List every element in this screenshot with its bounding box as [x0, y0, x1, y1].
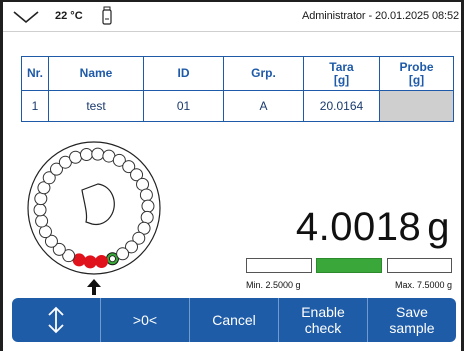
- header-tara: Tara [g]: [303, 56, 380, 91]
- rotor-position: [83, 255, 97, 269]
- rotor-position: [79, 148, 93, 162]
- tolerance-over-segment: [387, 258, 452, 273]
- rotor-position: [141, 199, 155, 213]
- tolerance-max-label: Max. 7.5000 g: [394, 280, 452, 290]
- save-sample-button[interactable]: Save sample: [368, 298, 456, 342]
- save-sample-line2: sample: [389, 320, 435, 336]
- header-nr: Nr.: [21, 56, 49, 91]
- cell-tara: 20.0164: [303, 90, 380, 122]
- sample-rotor: [27, 141, 161, 275]
- enable-check-button[interactable]: Enable check: [279, 298, 368, 342]
- rotor-position: [69, 150, 83, 164]
- tolerance-min-label: Min. 2.5000 g: [246, 280, 301, 290]
- zero-button[interactable]: >0<: [101, 298, 190, 342]
- rotor-position: [139, 188, 153, 202]
- cell-group: A: [223, 90, 304, 122]
- arrow-up-icon: [87, 279, 101, 295]
- rotor-position: [35, 214, 49, 228]
- rotor-position: [116, 247, 130, 261]
- rotor-position: [34, 192, 48, 206]
- cancel-button[interactable]: Cancel: [190, 298, 279, 342]
- rotor-position: [140, 210, 154, 224]
- rotor-position: [33, 203, 47, 217]
- frame-left-edge: [0, 0, 3, 351]
- header-probe: Probe [g]: [379, 56, 454, 91]
- level-bottle-icon: [102, 6, 112, 25]
- cell-name: test: [48, 90, 144, 122]
- header-id: ID: [143, 56, 224, 91]
- weight-unit: g: [427, 205, 450, 249]
- rotor-position-current-marker: [109, 255, 116, 263]
- action-toolbar: >0< Cancel Enable check Save sample: [12, 298, 456, 342]
- header-group: Grp.: [223, 56, 304, 91]
- weight-value: 4.0018: [295, 205, 422, 249]
- scroll-button[interactable]: [12, 298, 101, 342]
- sample-table: Nr. Name ID Grp. Tara [g] Probe [g] 1 test…: [21, 56, 454, 122]
- table-row[interactable]: 1 test 01 A 20.0164: [21, 90, 454, 122]
- cell-id: 01: [143, 90, 224, 122]
- cell-probe: [379, 90, 454, 122]
- enable-check-line1: Enable: [301, 304, 345, 320]
- status-bar: 22 °C Administrator - 20.01.2025 08:52: [3, 2, 461, 32]
- header-name: Name: [48, 56, 144, 91]
- rotor-position: [95, 254, 109, 268]
- enable-check-line2: check: [304, 320, 342, 336]
- weight-readout: 4.0018 g: [296, 205, 450, 250]
- user-datetime-info: Administrator - 20.01.2025 08:52: [301, 10, 459, 22]
- tolerance-bar: [246, 258, 452, 274]
- chevron-down-icon[interactable]: [11, 7, 41, 27]
- save-sample-line1: Save: [396, 304, 428, 320]
- tolerance-under-segment: [246, 258, 312, 273]
- tolerance-within-segment: [316, 258, 382, 273]
- cell-nr: 1: [21, 90, 49, 122]
- temperature-readout: 22 °C: [55, 10, 83, 22]
- rotor-center: [81, 183, 115, 226]
- up-down-arrow-icon: [48, 306, 64, 334]
- rotor-position: [91, 147, 105, 161]
- table-header-row: Nr. Name ID Grp. Tara [g] Probe [g]: [21, 56, 454, 91]
